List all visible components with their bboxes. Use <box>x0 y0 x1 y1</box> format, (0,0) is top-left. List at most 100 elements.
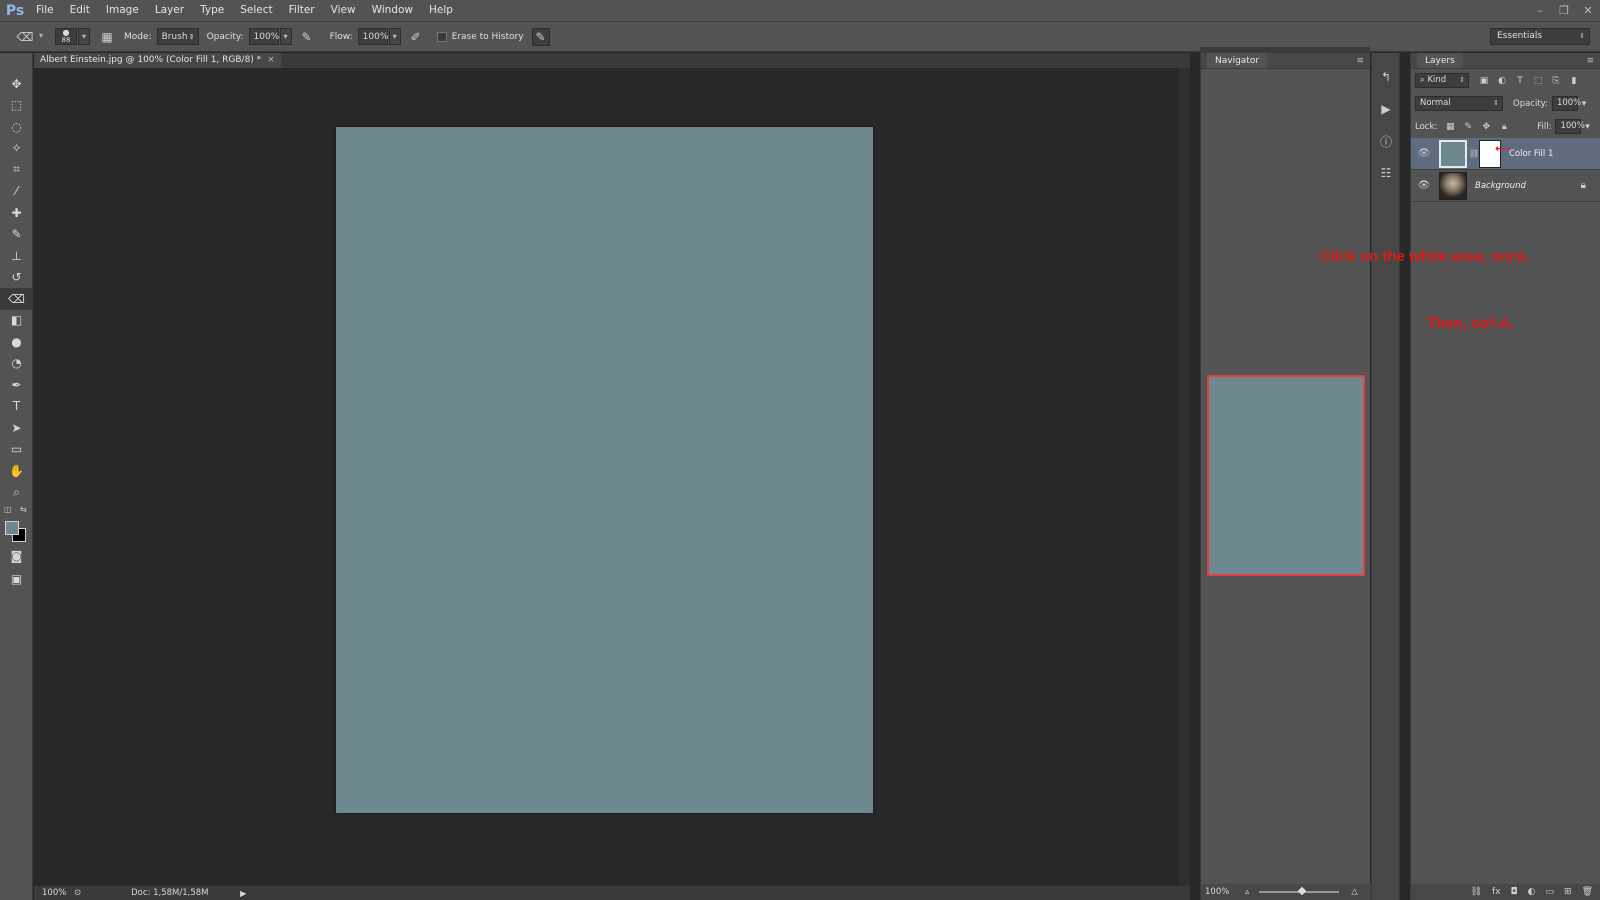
lock-position-icon[interactable]: ✥ <box>1477 122 1495 132</box>
move-tool-icon[interactable]: ✥ <box>0 73 33 95</box>
healing-brush-tool-icon[interactable]: ✚ <box>0 202 33 224</box>
background-thumbnail[interactable] <box>1439 171 1467 200</box>
properties-panel-icon[interactable]: ☷ <box>1372 157 1400 189</box>
menu-type[interactable]: Type <box>192 0 232 21</box>
restore-icon[interactable]: ❐ <box>1558 4 1570 17</box>
menu-filter[interactable]: Filter <box>281 0 323 21</box>
add-mask-icon[interactable]: ◘ <box>1511 887 1518 897</box>
shape-tool-icon[interactable]: ▭ <box>0 439 33 461</box>
swap-colors-icon[interactable]: ⇆ <box>20 505 27 514</box>
flow-input[interactable]: 100% <box>357 28 388 45</box>
default-colors-icon[interactable]: ◫ <box>4 505 12 514</box>
quick-mask-icon[interactable]: ◙ <box>0 545 33 567</box>
status-menu-arrow-icon[interactable]: ▶ <box>240 889 246 898</box>
filter-type-icon[interactable]: T <box>1511 76 1529 86</box>
status-zoom[interactable]: 100% <box>34 888 74 898</box>
filter-adjustment-icon[interactable]: ◐ <box>1493 76 1511 86</box>
brush-tool-icon[interactable]: ✎ <box>0 224 33 246</box>
paint-bucket-tool-icon[interactable]: ◧ <box>0 310 33 332</box>
eye-icon[interactable]: 👁︎ <box>1415 180 1433 191</box>
fill-input[interactable]: 100% <box>1555 119 1585 134</box>
layer-row-background[interactable]: 👁︎ Background 🔒︎ <box>1411 170 1600 202</box>
lock-transparent-icon[interactable]: ▦ <box>1441 122 1459 132</box>
menu-layer[interactable]: Layer <box>147 0 192 21</box>
lasso-tool-icon[interactable]: ◌ <box>0 116 33 138</box>
eraser-tool-preset-icon[interactable]: ⌫ <box>16 28 34 46</box>
path-select-tool-icon[interactable]: ➤ <box>0 417 33 439</box>
brush-panel-icon[interactable]: ▦ <box>98 28 116 46</box>
menu-image[interactable]: Image <box>98 0 147 21</box>
flow-dropdown-icon[interactable]: ▾ <box>388 28 401 45</box>
eye-icon[interactable]: 👁︎ <box>1415 148 1433 159</box>
canvas-area[interactable] <box>34 68 1190 886</box>
adjustment-layer-icon[interactable]: ◐ <box>1528 887 1536 897</box>
zoom-out-icon[interactable]: ▵ <box>1245 887 1249 897</box>
workspace-select[interactable]: Essentials ⇕ <box>1490 28 1590 45</box>
link-layers-icon[interactable]: ⛓︎ <box>1471 887 1482 897</box>
vertical-scrollbar[interactable] <box>1177 68 1190 886</box>
zoom-tool-icon[interactable]: ⌕ <box>0 482 33 504</box>
layer-name-background[interactable]: Background <box>1475 181 1526 191</box>
clone-stamp-tool-icon[interactable]: ⊥ <box>0 245 33 267</box>
layers-tab[interactable]: Layers <box>1417 53 1463 68</box>
brush-size-picker[interactable]: ● 88 <box>55 28 77 45</box>
lock-pixels-icon[interactable]: ✎ <box>1459 122 1477 132</box>
quick-select-tool-icon[interactable]: ✧ <box>0 138 33 160</box>
blur-tool-icon[interactable]: ● <box>0 331 33 353</box>
erase-to-history-checkbox[interactable] <box>436 31 447 42</box>
screen-mode-icon[interactable]: ▣ <box>0 568 33 590</box>
close-tab-icon[interactable]: × <box>267 55 275 65</box>
brush-picker-dropdown-icon[interactable]: ▾ <box>78 28 90 45</box>
mode-select[interactable]: Brush ⇕ <box>156 28 199 45</box>
pressure-size-icon[interactable]: ✎ <box>531 27 550 46</box>
navigator-menu-icon[interactable]: ≡ <box>1356 53 1364 69</box>
tool-preset-dropdown-icon[interactable]: ▾ <box>35 28 47 45</box>
pressure-opacity-icon[interactable]: ✎ <box>298 28 316 46</box>
history-brush-tool-icon[interactable]: ↺ <box>0 267 33 289</box>
new-layer-icon[interactable]: ⊞ <box>1564 887 1572 897</box>
navigator-zoom[interactable]: 100% <box>1201 887 1245 897</box>
menu-edit[interactable]: Edit <box>62 0 98 21</box>
filter-smart-object-icon[interactable]: ⎘ <box>1547 76 1565 86</box>
menu-select[interactable]: Select <box>232 0 280 21</box>
foreground-color-swatch[interactable] <box>5 521 19 535</box>
mask-link-icon[interactable]: ⛓︎ <box>1469 149 1479 158</box>
lock-all-icon[interactable]: 🔒︎ <box>1495 122 1513 132</box>
trash-icon[interactable]: 🗑︎ <box>1582 887 1593 897</box>
layer-filter-select[interactable]: ⌕ Kind ⇕ <box>1415 73 1469 88</box>
opacity-dropdown-icon[interactable]: ▾ <box>279 28 292 45</box>
fx-icon[interactable]: fx <box>1492 887 1501 897</box>
actions-panel-icon[interactable]: ▶ <box>1372 93 1400 125</box>
layer-name-color-fill[interactable]: Color Fill 1 <box>1509 149 1553 159</box>
filter-pixel-icon[interactable]: ▣ <box>1475 76 1493 86</box>
group-icon[interactable]: ▭ <box>1546 887 1555 897</box>
marquee-tool-icon[interactable]: ⬚ <box>0 95 33 117</box>
layers-menu-icon[interactable]: ≡ <box>1586 53 1594 69</box>
filter-shape-icon[interactable]: ⬚ <box>1529 76 1547 86</box>
menu-help[interactable]: Help <box>421 0 461 21</box>
zoom-in-icon[interactable]: △ <box>1351 887 1358 897</box>
type-tool-icon[interactable]: T <box>0 396 33 418</box>
color-fill-thumbnail-icon[interactable] <box>1439 139 1467 168</box>
airbrush-icon[interactable]: ✐ <box>407 28 425 46</box>
history-panel-icon[interactable]: ↰ <box>1372 61 1400 93</box>
eraser-tool-icon[interactable]: ⌫ <box>0 288 33 310</box>
navigator-tab[interactable]: Navigator <box>1207 53 1268 68</box>
document-tab[interactable]: Albert Einstein.jpg @ 100% (Color Fill 1… <box>34 53 281 68</box>
status-export-icon[interactable]: ⊙ <box>74 888 81 898</box>
navigator-zoom-slider[interactable] <box>1259 886 1340 896</box>
eyedropper-tool-icon[interactable]: ⁄ <box>0 181 33 203</box>
blend-mode-select[interactable]: Normal ⇕ <box>1415 96 1503 111</box>
layer-opacity-input[interactable]: 100% <box>1551 96 1581 111</box>
minimize-icon[interactable]: – <box>1534 4 1546 17</box>
filter-toggle-icon[interactable]: ▮ <box>1565 76 1583 86</box>
crop-tool-icon[interactable]: ⌗ <box>0 159 33 181</box>
menu-file[interactable]: File <box>28 0 62 21</box>
info-panel-icon[interactable]: ⓘ <box>1372 125 1400 157</box>
navigator-thumbnail[interactable] <box>1207 375 1365 576</box>
document-canvas[interactable] <box>336 127 873 813</box>
close-icon[interactable]: ✕ <box>1582 4 1594 17</box>
dodge-tool-icon[interactable]: ◔ <box>0 353 33 375</box>
opacity-input[interactable]: 100% <box>248 28 279 45</box>
layer-row-color-fill[interactable]: 👁︎ ⛓︎ Color Fill 1 ⟵ <box>1411 138 1600 170</box>
